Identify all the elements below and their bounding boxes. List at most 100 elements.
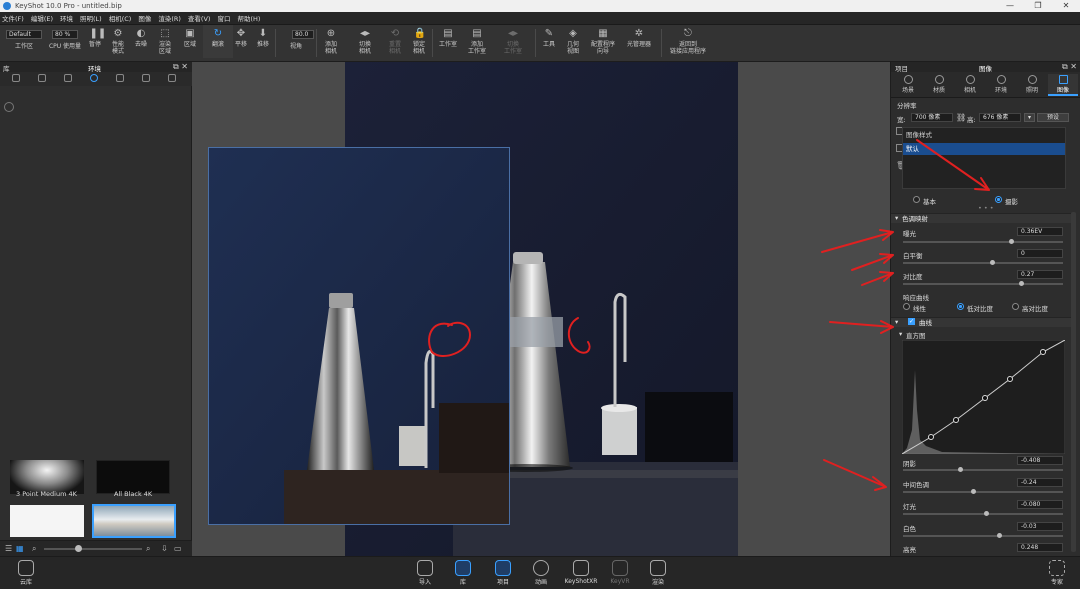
whites-slider[interactable] — [903, 535, 1063, 537]
switch-camera-button[interactable]: ◂▸ 切换 相机 — [350, 25, 380, 58]
curve-low-contrast-radio[interactable] — [957, 303, 964, 310]
library-tab-icon[interactable] — [38, 74, 46, 82]
midtones-field[interactable]: -0.24 — [1017, 478, 1063, 487]
animation-button[interactable]: 动画 — [524, 559, 558, 589]
preset-button[interactable]: 预设 — [1037, 113, 1069, 122]
region-button[interactable]: ▣ 区域 — [175, 25, 205, 58]
curve-high-contrast-radio[interactable] — [1012, 303, 1019, 310]
tab-lighting[interactable]: 照明 — [1017, 74, 1047, 96]
cpu-usage-button[interactable]: CPU 使用量 — [48, 43, 82, 58]
width-field[interactable]: 700 像素 — [911, 113, 953, 122]
more-options-icon[interactable]: • • • — [978, 204, 994, 212]
library-tab-icon[interactable] — [12, 74, 20, 82]
curves-enable-checkbox[interactable]: ✓ — [908, 318, 915, 325]
add-studio-button[interactable]: ▤ 添加 工作室 — [462, 25, 492, 58]
whites-slider-knob[interactable] — [996, 533, 1002, 538]
folder-icon[interactable]: ▭ — [174, 544, 182, 553]
zoom-in-icon[interactable]: ⌕ — [146, 544, 150, 554]
render-button[interactable]: 渲染 — [641, 559, 675, 589]
library-tab-icon[interactable] — [116, 74, 124, 82]
menu-file[interactable]: 文件(F) — [2, 13, 24, 23]
tab-scene[interactable]: 场景 — [893, 74, 923, 96]
exposure-field[interactable]: 0.36EV — [1017, 227, 1063, 236]
library-tab-icon[interactable] — [64, 74, 72, 82]
height-field[interactable]: 676 像素 — [979, 113, 1021, 122]
close-panel-icon[interactable]: ⧉ ✕ — [173, 62, 188, 72]
cpu-usage-field[interactable]: 80 % — [52, 30, 78, 39]
real-time-viewport[interactable] — [192, 62, 890, 556]
curve-linear-radio[interactable] — [903, 303, 910, 310]
env-thumb-white[interactable] — [10, 505, 84, 537]
keyvr-button[interactable]: KeyVR — [603, 559, 637, 589]
cloud-library-button[interactable]: 云库 — [9, 559, 43, 589]
tab-environment[interactable]: 环境 — [986, 74, 1016, 96]
menu-lighting[interactable]: 照明(L) — [80, 13, 102, 23]
menu-environment[interactable]: 环境 — [60, 13, 73, 23]
environment-tab-icon[interactable] — [90, 74, 98, 82]
shadows-slider-knob[interactable] — [958, 467, 964, 472]
white-balance-slider[interactable] — [903, 262, 1063, 264]
workspace-button[interactable]: 工作区 — [8, 43, 40, 58]
studio-button[interactable]: ▤ 工作室 — [433, 25, 463, 58]
zoom-out-icon[interactable]: ⌕ — [32, 544, 36, 554]
menu-window[interactable]: 窗口 — [217, 13, 230, 23]
tab-material[interactable]: 材质 — [924, 74, 954, 96]
highlights-slider-knob[interactable] — [983, 511, 989, 516]
menu-edit[interactable]: 编辑(E) — [31, 13, 53, 23]
exposure-slider-knob[interactable] — [1009, 239, 1015, 244]
curve-graph[interactable] — [902, 340, 1065, 454]
tone-mapping-section[interactable]: 色调映射 — [891, 213, 1071, 223]
fov-field[interactable]: 80.0 — [292, 30, 314, 39]
highlights-field[interactable]: -0.080 — [1017, 500, 1063, 509]
whites-field[interactable]: -0.03 — [1017, 522, 1063, 531]
menu-view[interactable]: 查看(V) — [188, 13, 211, 23]
menu-render[interactable]: 渲染(R) — [158, 13, 181, 23]
white-balance-slider-knob[interactable] — [990, 260, 996, 265]
midtones-slider[interactable] — [903, 491, 1063, 493]
env-thumb-selected[interactable] — [92, 504, 176, 538]
library-tab-icon[interactable] — [142, 74, 150, 82]
expert-mode-button[interactable]: 专家 — [1040, 559, 1074, 589]
contrast-field[interactable]: 0.27 — [1017, 270, 1063, 279]
return-to-linked-app-button[interactable]: ⎋ 返回到 链接应用程序 — [668, 25, 708, 58]
dolly-button[interactable]: ⬇ 推移 — [248, 25, 278, 58]
panel-scrollbar[interactable] — [1071, 212, 1076, 552]
list-view-icon[interactable]: ☰ — [5, 544, 12, 553]
close-panel-icon[interactable]: ⧉ ✕ — [1062, 62, 1077, 72]
search-icon[interactable] — [4, 102, 14, 112]
lock-camera-button[interactable]: 🔒 锁定 相机 — [404, 25, 434, 58]
render-preview-window[interactable] — [208, 147, 510, 525]
workspace-preset-select[interactable]: Default — [6, 30, 42, 39]
env-thumb-3-point-medium[interactable] — [10, 460, 84, 494]
library-button[interactable]: 库 — [446, 559, 480, 589]
white-balance-field[interactable]: 0 — [1017, 249, 1063, 258]
close-button[interactable]: ✕ — [1052, 0, 1080, 12]
minimize-button[interactable]: — — [996, 0, 1024, 12]
mode-photo-radio[interactable] — [995, 196, 1002, 203]
lock-aspect-icon[interactable]: ⛓ — [956, 113, 966, 122]
tab-image[interactable]: 图像 — [1048, 74, 1078, 96]
menu-image[interactable]: 图像 — [138, 13, 151, 23]
resolution-menu-button[interactable]: ▾ — [1024, 113, 1035, 122]
configurator-wizard-button[interactable]: ▦ 配置程序 向导 — [586, 25, 620, 58]
thumbnail-size-slider[interactable] — [44, 548, 142, 550]
contrast-slider[interactable] — [903, 283, 1063, 285]
download-icon[interactable]: ⇩ — [161, 544, 168, 553]
add-camera-button[interactable]: ⊕ 添加 相机 — [316, 25, 346, 58]
exposure-slider[interactable] — [903, 241, 1063, 243]
image-style-default[interactable]: 默认 — [903, 143, 1065, 155]
geometry-view-button[interactable]: ◈ 几何 视图 — [558, 25, 588, 58]
midtones-slider-knob[interactable] — [970, 489, 976, 494]
highs-field[interactable]: 0.248 — [1017, 543, 1063, 552]
mode-basic-radio[interactable] — [913, 196, 920, 203]
switch-studio-button[interactable]: ◂▸ 切换 工作室 — [498, 25, 528, 58]
tab-camera[interactable]: 相机 — [955, 74, 985, 96]
light-manager-button[interactable]: ✲ 光管理器 — [622, 25, 656, 58]
menu-help[interactable]: 帮助(H) — [237, 13, 260, 23]
env-thumb-all-black[interactable] — [96, 460, 170, 494]
contrast-slider-knob[interactable] — [1018, 281, 1024, 286]
keyshotxr-button[interactable]: KeyShotXR — [562, 559, 600, 589]
grid-view-icon[interactable]: ▦ — [16, 544, 24, 553]
import-button[interactable]: 导入 — [408, 559, 442, 589]
project-button[interactable]: 项目 — [486, 559, 520, 589]
